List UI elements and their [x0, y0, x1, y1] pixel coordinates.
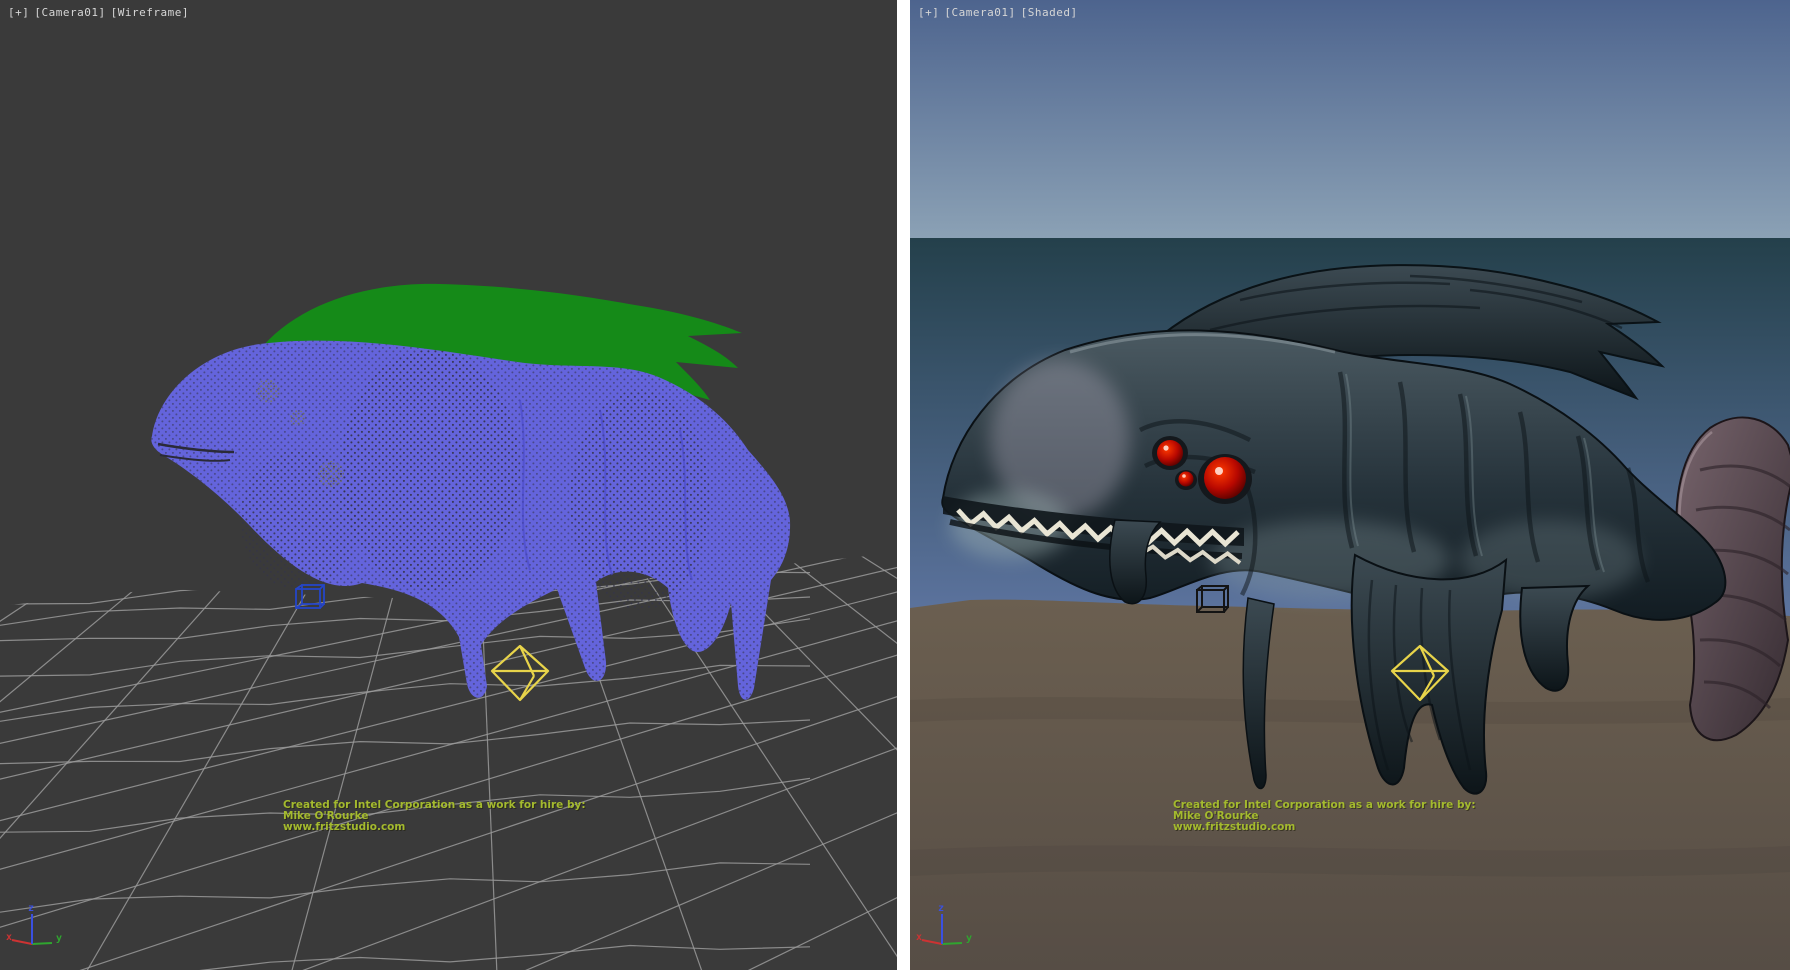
axis-y-label: y: [56, 933, 62, 944]
viewport-split-container: [+] [Camera01] [Wireframe]: [0, 0, 1800, 978]
bone-octahedron-helper[interactable]: [492, 646, 548, 700]
viewport-menu-button[interactable]: [+]: [918, 6, 939, 19]
fish-model-wireframe[interactable]: [151, 284, 790, 700]
axis-z-label: z: [938, 903, 944, 914]
viewport-shading-button[interactable]: [Wireframe]: [111, 6, 189, 19]
viewport-shading-button[interactable]: [Shaded]: [1021, 6, 1078, 19]
viewport-wireframe[interactable]: [+] [Camera01] [Wireframe]: [0, 0, 897, 970]
fish-eye-left-1: [256, 379, 280, 403]
eye-medium: [1157, 440, 1183, 466]
ground-terrain: [910, 600, 1790, 970]
eye-large: [1204, 457, 1246, 499]
creator-watermark: Created for Intel Corporation as a work …: [1173, 800, 1476, 833]
box-helper[interactable]: [296, 585, 324, 608]
sky-gradient: [910, 0, 1790, 238]
fish-eye-left-3: [318, 461, 344, 487]
axis-x-label: x: [6, 932, 12, 943]
axis-x-label: x: [916, 932, 922, 943]
viewport-camera-button[interactable]: [Camera01]: [34, 6, 105, 19]
viewport-camera-button[interactable]: [Camera01]: [944, 6, 1015, 19]
creator-watermark: Created for Intel Corporation as a work …: [283, 800, 586, 833]
viewport-menu-button[interactable]: [+]: [8, 6, 29, 19]
world-axis-gizmo: x y z: [6, 903, 62, 944]
eye-small: [1179, 472, 1194, 487]
viewport-label: [+] [Camera01] [Shaded]: [918, 6, 1078, 19]
fish-eye-left-2: [290, 410, 306, 426]
axis-y-label: y: [966, 933, 972, 944]
axis-z-label: z: [28, 903, 34, 914]
viewport-label: [+] [Camera01] [Wireframe]: [8, 6, 189, 19]
viewport-shaded[interactable]: [+] [Camera01] [Shaded]: [910, 0, 1790, 970]
